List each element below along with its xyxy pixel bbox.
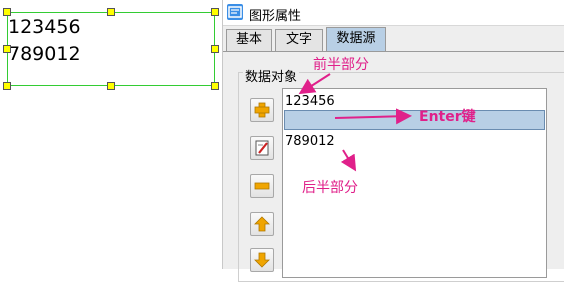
arrow-first-half (298, 73, 331, 95)
annotation-arrows (298, 73, 412, 172)
annotation-second-half: 后半部分 (302, 180, 358, 196)
arrow-enter-key (334, 108, 412, 125)
arrow-second-half (340, 149, 357, 172)
annotation-first-half: 前半部分 (313, 57, 369, 73)
annotation-enter-key: Enter键 (419, 109, 476, 125)
